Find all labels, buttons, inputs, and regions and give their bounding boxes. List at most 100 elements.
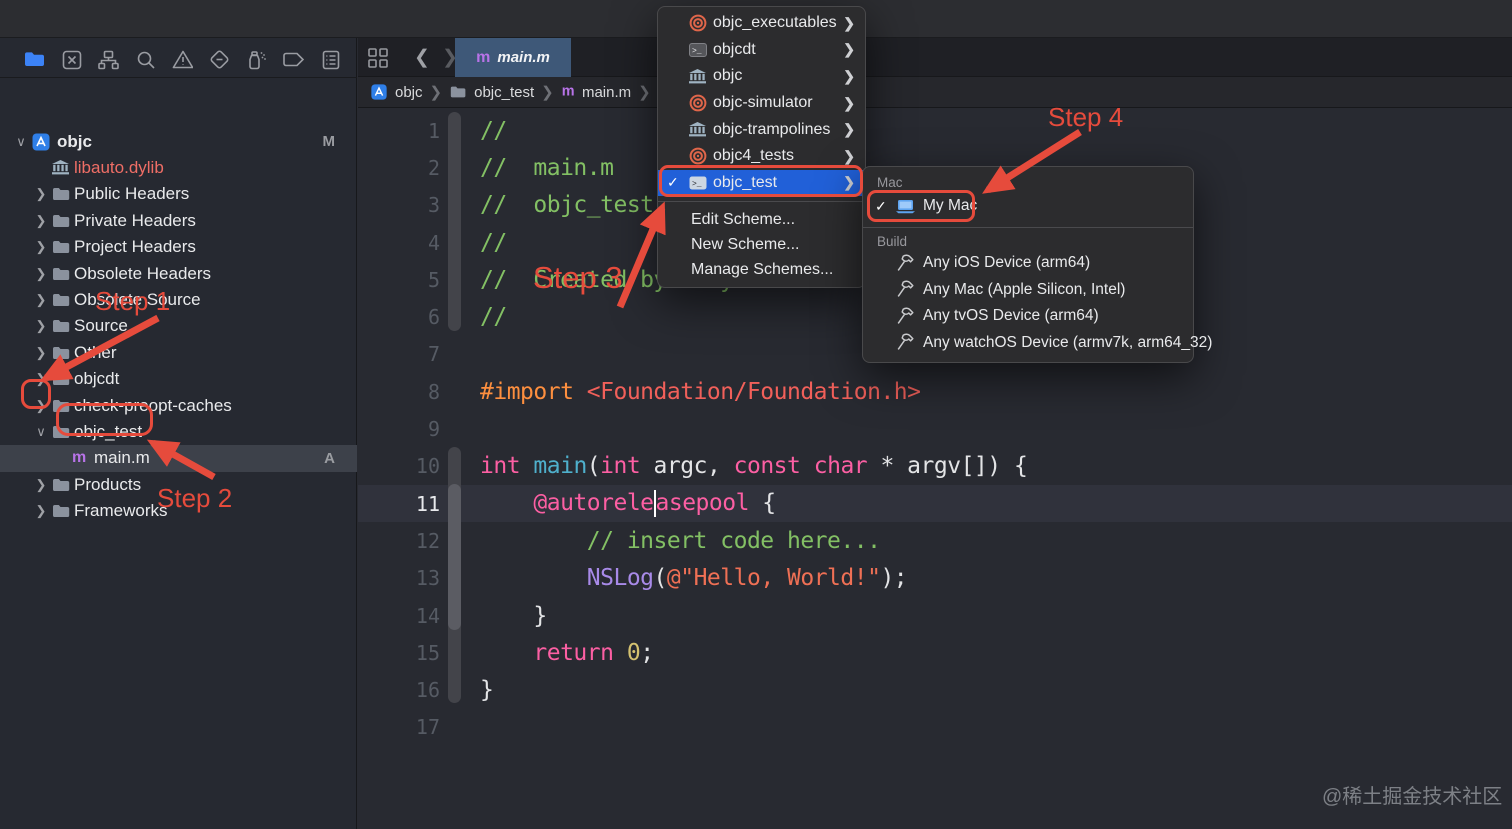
- code-line-12[interactable]: 12 // insert code here...: [358, 522, 1512, 559]
- sidebar-item-project-headers[interactable]: ❯ Project Headers: [0, 234, 357, 261]
- code-line-13[interactable]: 13 NSLog(@"Hello, World!");: [358, 560, 1512, 597]
- breadcrumb-item-objc-test[interactable]: objc_test: [449, 84, 534, 101]
- svg-text:>_: >_: [692, 180, 702, 189]
- code-line-14[interactable]: 14 }: [358, 597, 1512, 634]
- line-number: 8: [427, 379, 440, 404]
- sidebar-item-objc-test[interactable]: ∨ objc_test: [0, 418, 357, 445]
- chevron-right-icon[interactable]: ❯: [34, 186, 48, 202]
- navigator-tab-breakpoints-icon[interactable]: [283, 49, 304, 70]
- scheme-menu-item-objc-trampolines[interactable]: objc-trampolines ❯: [658, 116, 865, 143]
- submenu-chevron-icon: ❯: [843, 147, 855, 164]
- hammer-icon: [895, 333, 916, 352]
- line-number: 4: [427, 230, 440, 255]
- tab-overview-icon[interactable]: [368, 48, 388, 73]
- destination-item-any-watchos-device-armv7k-arm64-32-[interactable]: Any watchOS Device (armv7k, arm64_32): [863, 330, 1212, 357]
- chevron-right-icon[interactable]: ❯: [34, 239, 48, 255]
- sidebar-item-obsolete-source[interactable]: ❯ Obsolete Source: [0, 286, 357, 313]
- sidebar-item-other[interactable]: ❯ Other: [0, 339, 357, 366]
- code-line-17[interactable]: 17: [358, 709, 1512, 746]
- navigator-sidebar: ∨ objc Mlibauto.dylib ❯ Public Headers ❯ Priva…: [0, 38, 357, 829]
- m-file-icon: m: [561, 83, 575, 100]
- folder-icon: [52, 399, 70, 413]
- menu-separator: [658, 201, 865, 203]
- breadcrumb-separator: ❯: [541, 84, 554, 101]
- chevron-right-icon[interactable]: ❯: [34, 477, 48, 493]
- code-line-8[interactable]: 8 #import <Foundation/Foundation.h>: [358, 373, 1512, 410]
- breadcrumb-item-main-m[interactable]: m main.m: [561, 83, 631, 101]
- change-ribbon: [448, 484, 461, 630]
- chevron-right-icon[interactable]: ❯: [34, 318, 48, 334]
- destination-item-any-mac-apple-silicon-intel-[interactable]: Any Mac (Apple Silicon, Intel): [863, 277, 1193, 304]
- destination-item-any-tvos-device-arm64-[interactable]: Any tvOS Device (arm64): [863, 303, 1193, 330]
- tab-label: main.m: [497, 49, 550, 66]
- chevron-right-icon[interactable]: ❯: [34, 398, 48, 414]
- chevron-down-icon[interactable]: ∨: [14, 134, 28, 150]
- chevron-right-icon[interactable]: ❯: [34, 345, 48, 361]
- navigator-tab-issues-icon[interactable]: [172, 49, 193, 70]
- navigator-tab-close-box-icon[interactable]: [61, 49, 82, 70]
- tab-main-m[interactable]: m main.m: [455, 38, 571, 77]
- navigator-tab-tests-icon[interactable]: [209, 49, 230, 70]
- sidebar-item-objcdt[interactable]: ❯ objcdt: [0, 366, 357, 393]
- back-chevron-icon[interactable]: ❮: [414, 46, 430, 69]
- folder-icon: [52, 346, 70, 360]
- navigator-tab-reports-icon[interactable]: [320, 49, 341, 70]
- code-line-10[interactable]: 10 int main(int argc, const char * argv[]…: [358, 448, 1512, 485]
- destination-item-my-mac[interactable]: ✓ My Mac: [863, 191, 1193, 221]
- sidebar-item-source[interactable]: ❯ Source: [0, 313, 357, 340]
- navigator-tab-search-icon[interactable]: [135, 49, 156, 70]
- navigator-tab-debug-icon[interactable]: [246, 49, 267, 70]
- submenu-chevron-icon: ❯: [843, 121, 855, 138]
- line-number: 14: [415, 603, 440, 628]
- scheme-menu: objc_executables ❯ >_ objcdt ❯ objc ❯ objc-simu…: [657, 6, 866, 289]
- code-line-1[interactable]: 1//: [358, 112, 1512, 149]
- scheme-menu-item-objc4-tests[interactable]: objc4_tests ❯: [658, 143, 865, 170]
- code-line-11[interactable]: 11 @autoreleasepool {: [358, 485, 1512, 523]
- chevron-right-icon[interactable]: ❯: [34, 292, 48, 308]
- hammer-icon: [895, 307, 916, 326]
- sidebar-item-private-headers[interactable]: ❯ Private Headers: [0, 207, 357, 234]
- folder-icon: [52, 478, 70, 492]
- line-number: 16: [415, 678, 440, 703]
- sidebar-item-main-m[interactable]: m main.m A: [0, 444, 357, 472]
- navigator-tab-symbols-icon[interactable]: [98, 49, 119, 70]
- chevron-right-icon[interactable]: ❯: [34, 213, 48, 229]
- chevron-down-icon[interactable]: ∨: [34, 424, 48, 440]
- navigator-tab-project-icon[interactable]: [24, 49, 45, 70]
- scheme-menu-item-objcdt[interactable]: >_ objcdt ❯: [658, 37, 865, 64]
- line-number: 12: [415, 528, 440, 553]
- breadcrumb-item-objc[interactable]: objc: [370, 83, 423, 101]
- status-badge: A: [324, 449, 335, 467]
- sidebar-item-project-root[interactable]: ∨ objc M: [0, 128, 357, 155]
- line-number: 1: [427, 118, 440, 143]
- sidebar-item-check-preopt-caches[interactable]: ❯ check-preopt-caches: [0, 392, 357, 419]
- sidebar-item-libauto-dylib[interactable]: libauto.dylib: [0, 154, 357, 181]
- destination-item-any-ios-device-arm64-[interactable]: Any iOS Device (arm64): [863, 250, 1193, 277]
- chevron-right-icon[interactable]: ❯: [34, 503, 48, 519]
- scheme-menu-action-manage-schemes-[interactable]: Manage Schemes...: [658, 257, 865, 282]
- scheme-menu-action-new-scheme-[interactable]: New Scheme...: [658, 232, 865, 257]
- folder-icon: [52, 214, 70, 228]
- line-number: 11: [415, 491, 440, 516]
- chevron-right-icon[interactable]: ❯: [34, 371, 48, 387]
- sidebar-item-public-headers[interactable]: ❯ Public Headers: [0, 181, 357, 208]
- folder-icon: [52, 319, 70, 333]
- target-icon: [689, 14, 707, 32]
- scheme-menu-item-objc-simulator[interactable]: objc-simulator ❯: [658, 90, 865, 117]
- terminal-light-icon: >_: [689, 176, 707, 190]
- objc-file-icon: m: [476, 48, 491, 66]
- sidebar-item-obsolete-headers[interactable]: ❯ Obsolete Headers: [0, 260, 357, 287]
- scheme-menu-item-objc-executables[interactable]: objc_executables ❯: [658, 10, 865, 37]
- code-line-15[interactable]: 15 return 0;: [358, 634, 1512, 671]
- sidebar-item-frameworks[interactable]: ❯ Frameworks: [0, 498, 357, 525]
- scheme-menu-item-objc[interactable]: objc ❯: [658, 63, 865, 90]
- folder-icon: [52, 293, 70, 307]
- scheme-menu-item-objc-test[interactable]: ✓ >_ objc_test ❯: [658, 169, 865, 197]
- terminal-icon: >_: [689, 42, 707, 57]
- hammer-icon: [895, 280, 916, 299]
- scheme-menu-action-edit-scheme-[interactable]: Edit Scheme...: [658, 207, 865, 232]
- sidebar-item-products[interactable]: ❯ Products: [0, 471, 357, 498]
- code-line-16[interactable]: 16}: [358, 672, 1512, 709]
- code-line-9[interactable]: 9: [358, 410, 1512, 447]
- chevron-right-icon[interactable]: ❯: [34, 266, 48, 282]
